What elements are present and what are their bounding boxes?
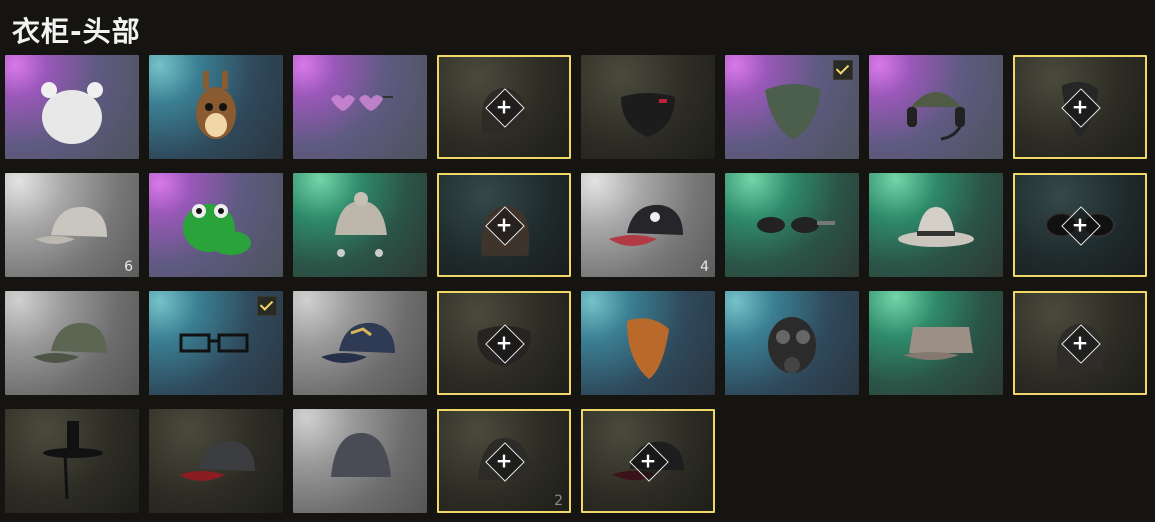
green-dinosaur-mask-icon bbox=[149, 173, 283, 277]
wardrobe-slot-black-face-mask[interactable] bbox=[581, 55, 715, 159]
grey-beanie-icon bbox=[293, 409, 427, 513]
equipped-check-icon bbox=[257, 296, 277, 316]
wardrobe-slot-squirrel-mask[interactable] bbox=[149, 55, 283, 159]
wardrobe-slot-camo-sunglasses[interactable] bbox=[725, 173, 859, 277]
dark-grey-cap-icon bbox=[149, 409, 283, 513]
gas-mask-icon bbox=[725, 291, 859, 395]
plus-icon[interactable]: + bbox=[496, 215, 513, 235]
plus-icon[interactable]: + bbox=[496, 451, 513, 471]
wardrobe-slot-knit-earflap-hat[interactable] bbox=[293, 173, 427, 277]
headset-cap-icon bbox=[869, 55, 1003, 159]
denim-cap-icon bbox=[293, 291, 427, 395]
plus-icon[interactable]: + bbox=[496, 333, 513, 353]
squirrel-mask-icon bbox=[149, 55, 283, 159]
wardrobe-slot-gas-mask[interactable] bbox=[725, 291, 859, 395]
white-fedora-icon bbox=[869, 173, 1003, 277]
black-red-cap-icon bbox=[581, 173, 715, 277]
camo-sunglasses-icon bbox=[725, 173, 859, 277]
wardrobe-slot-grey-baseball-cap[interactable]: 6 bbox=[5, 173, 139, 277]
wardrobe-slot-black-sunglasses[interactable]: + bbox=[1013, 173, 1147, 277]
item-count: 2 bbox=[554, 493, 563, 509]
wardrobe-slot-dark-beanie[interactable]: +2 bbox=[437, 409, 571, 513]
wardrobe-slot-white-bear-beanie[interactable] bbox=[5, 55, 139, 159]
wardrobe-slot-black-red-cap[interactable]: 4 bbox=[581, 173, 715, 277]
wardrobe-slot-dark-grey-cap[interactable] bbox=[149, 409, 283, 513]
plus-icon[interactable]: + bbox=[640, 451, 657, 471]
wardrobe-slot-green-camo-cap[interactable] bbox=[5, 291, 139, 395]
green-camo-cap-icon bbox=[5, 291, 139, 395]
item-count: 6 bbox=[124, 259, 133, 275]
wardrobe-slot-leather-aviator-mask[interactable]: + bbox=[437, 173, 571, 277]
plus-icon[interactable]: + bbox=[1072, 215, 1089, 235]
wardrobe-slot-heart-sunglasses[interactable] bbox=[293, 55, 427, 159]
white-bear-beanie-icon bbox=[5, 55, 139, 159]
item-count: 4 bbox=[700, 259, 709, 275]
heart-sunglasses-icon bbox=[293, 55, 427, 159]
wardrobe-slot-denim-cap[interactable] bbox=[293, 291, 427, 395]
wardrobe-slot-rectangular-glasses[interactable] bbox=[149, 291, 283, 395]
wardrobe-slot-headset-cap[interactable] bbox=[869, 55, 1003, 159]
page-title: 衣柜-头部 bbox=[12, 15, 141, 48]
wardrobe-slot-gat-hat[interactable] bbox=[5, 409, 139, 513]
wardrobe-slot-black-cap-red[interactable]: + bbox=[581, 409, 715, 513]
gat-hat-icon bbox=[5, 409, 139, 513]
patrol-cap-icon bbox=[869, 291, 1003, 395]
plaid-bandana-icon bbox=[581, 291, 715, 395]
grey-baseball-cap-icon bbox=[5, 173, 139, 277]
wardrobe-grid: + +6 +4 + + + +2 + bbox=[5, 55, 1147, 513]
wardrobe-slot-black-scarf[interactable]: + bbox=[437, 291, 571, 395]
plus-icon[interactable]: + bbox=[496, 97, 513, 117]
wardrobe-slot-plaid-bandana[interactable] bbox=[581, 291, 715, 395]
wardrobe-slot-white-fedora[interactable] bbox=[869, 173, 1003, 277]
wardrobe-slot-dark-bandana[interactable]: + bbox=[1013, 55, 1147, 159]
wardrobe-slot-patrol-cap[interactable] bbox=[869, 291, 1003, 395]
plus-icon[interactable]: + bbox=[1072, 97, 1089, 117]
wardrobe-slot-dark-balaclava[interactable]: + bbox=[1013, 291, 1147, 395]
knit-earflap-hat-icon bbox=[293, 173, 427, 277]
equipped-check-icon bbox=[833, 60, 853, 80]
plus-icon[interactable]: + bbox=[1072, 333, 1089, 353]
wardrobe-slot-dark-helmet[interactable]: + bbox=[437, 55, 571, 159]
wardrobe-slot-green-dinosaur-mask[interactable] bbox=[149, 173, 283, 277]
black-face-mask-icon bbox=[581, 55, 715, 159]
wardrobe-slot-camo-bandana[interactable] bbox=[725, 55, 859, 159]
wardrobe-slot-grey-beanie[interactable] bbox=[293, 409, 427, 513]
